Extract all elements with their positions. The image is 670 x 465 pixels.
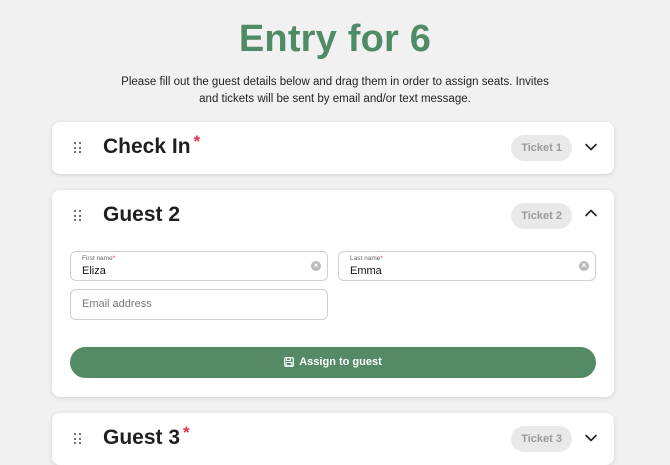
last-name-value: Emma: [350, 265, 382, 277]
card-title: Guest 2: [103, 203, 181, 226]
last-name-label: Last name*: [350, 255, 383, 262]
clear-icon[interactable]: ×: [311, 261, 321, 271]
clear-icon[interactable]: ×: [579, 261, 589, 271]
last-name-field[interactable]: Last name* Emma ×: [338, 251, 596, 281]
card-header[interactable]: Guest 2 Ticket 2: [52, 190, 614, 242]
first-name-field[interactable]: First name* Eliza ×: [70, 251, 328, 281]
card-title: Check In *: [103, 132, 201, 158]
card-title: Guest 3 *: [103, 423, 190, 449]
card-header[interactable]: Check In * Ticket 1: [52, 122, 614, 174]
guest-card-guest-2: Guest 2 Ticket 2 First name* Eliza × Las…: [52, 190, 614, 397]
chevron-up-icon[interactable]: [584, 206, 598, 220]
chevron-down-icon[interactable]: [584, 431, 598, 445]
drag-handle-icon[interactable]: [74, 433, 82, 445]
page-subtitle: Please fill out the guest details below …: [121, 76, 549, 105]
first-name-label: First name*: [82, 255, 116, 262]
save-icon: [284, 357, 295, 367]
drag-handle-icon[interactable]: [74, 142, 82, 154]
email-field[interactable]: Email address: [70, 289, 328, 320]
ticket-badge: Ticket 2: [511, 203, 572, 229]
card-header[interactable]: Guest 3 * Ticket 3: [52, 413, 614, 465]
first-name-value: Eliza: [82, 265, 106, 277]
page-title: Entry for 6: [238, 18, 432, 60]
required-marker: *: [183, 423, 190, 442]
required-marker: *: [193, 132, 201, 151]
ticket-badge: Ticket 3: [511, 426, 572, 452]
guest-card-guest-3: Guest 3 * Ticket 3: [52, 413, 614, 465]
assign-to-guest-button[interactable]: Assign to guest: [70, 347, 596, 378]
guest-card-check-in: Check In * Ticket 1: [52, 122, 614, 174]
chevron-down-icon[interactable]: [584, 140, 598, 154]
ticket-badge: Ticket 1: [511, 135, 572, 161]
email-placeholder: Email address: [82, 298, 152, 310]
drag-handle-icon[interactable]: [74, 210, 82, 222]
